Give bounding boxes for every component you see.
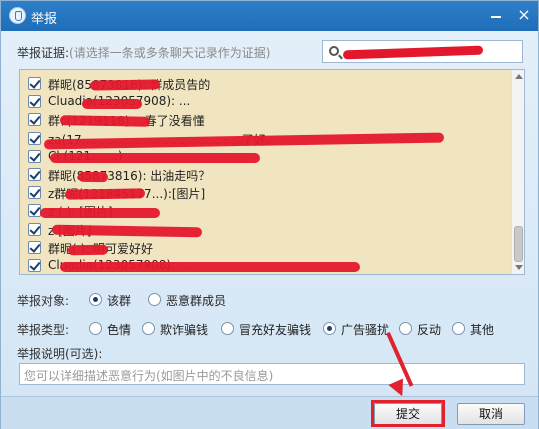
message-row[interactable]: 群昵(85873816): 群成员告的 [20, 75, 510, 93]
search-input[interactable] [322, 40, 523, 63]
radio-type-fraud[interactable] [142, 322, 155, 335]
report-type-label: 举报类型: [17, 323, 70, 337]
list-scrollbar[interactable] [511, 70, 524, 274]
message-row[interactable]: z群昵(121845177...):[图片] [20, 184, 510, 202]
message-checkbox[interactable] [28, 131, 41, 145]
radio-type-impersonation-label[interactable]: 冒充好友骗钱 [239, 321, 311, 338]
message-checkbox[interactable] [28, 186, 41, 200]
radio-type-ad[interactable] [323, 322, 336, 335]
redaction-scribble [342, 45, 484, 60]
message-row[interactable]: za(17...................................… [20, 130, 510, 150]
report-target-label: 举报对象: [17, 294, 70, 308]
evidence-hint: (请选择一条或多条聊天记录作为证据) [69, 46, 271, 60]
description-label: 举报说明(可选): [17, 347, 103, 361]
message-checkbox[interactable] [28, 222, 41, 236]
redaction-scribble [59, 115, 151, 128]
redaction-scribble [40, 208, 160, 219]
report-dialog: 举报 × 举报证据:(请选择一条或多条聊天记录作为证据) 群昵(85873816… [0, 0, 539, 429]
radio-target-member[interactable] [148, 293, 161, 306]
radio-target-group[interactable] [89, 293, 102, 306]
message-row[interactable]: 群ɕ(1219118) ...春了没看懂 [20, 111, 510, 129]
radio-type-porn[interactable] [89, 322, 102, 335]
redaction-scribble [51, 224, 203, 237]
radio-type-other-label[interactable]: 其他 [470, 321, 494, 338]
scroll-down-icon[interactable] [515, 265, 523, 270]
message-checkbox[interactable] [28, 149, 41, 163]
message-checkbox[interactable] [28, 259, 41, 272]
redaction-scribble [67, 244, 109, 256]
radio-type-ad-label[interactable]: 广告骚扰 [341, 321, 389, 338]
title-bar[interactable]: 举报 × [1, 1, 538, 31]
minimize-icon[interactable] [487, 6, 505, 24]
message-row[interactable]: 群昵(85873816): 出油走吗？ [20, 166, 510, 184]
message-row[interactable]: z ( ): [图片] [20, 202, 510, 220]
message-checkbox[interactable] [28, 240, 41, 254]
redaction-scribble [64, 188, 146, 200]
message-checkbox[interactable] [28, 77, 41, 90]
redaction-scribble [89, 79, 161, 91]
message-row[interactable]: Cluadia(123057908): ... [20, 93, 510, 111]
message-checkbox[interactable] [28, 168, 41, 181]
redaction-scribble [77, 171, 109, 183]
message-text: 群昵(85873816): 出油走吗？ [48, 169, 211, 183]
message-row[interactable]: 群昵( ): 明可爱好好 [20, 239, 510, 257]
cancel-button[interactable]: 取消 [457, 403, 525, 425]
message-checkbox[interactable] [28, 204, 41, 218]
message-checkbox[interactable] [28, 95, 41, 109]
radio-target-group-label[interactable]: 该群 [107, 292, 131, 309]
shield-icon [9, 7, 26, 24]
description-input[interactable]: 您可以详细描述恶意行为(如图片中的不良信息) [19, 363, 525, 385]
radio-target-member-label[interactable]: 恶意群成员 [166, 292, 226, 309]
close-icon[interactable]: × [515, 6, 533, 24]
radio-type-other[interactable] [452, 322, 465, 335]
message-row[interactable]: Cl (121.......) [20, 148, 510, 166]
evidence-label: 举报证据:(请选择一条或多条聊天记录作为证据) [17, 44, 270, 61]
redaction-scribble [60, 262, 360, 272]
redaction-scribble [82, 99, 142, 110]
radio-type-reactionary-label[interactable]: 反动 [417, 321, 441, 338]
scroll-up-icon[interactable] [515, 74, 523, 79]
message-row[interactable]: Cluadia(123057908): ... [20, 257, 510, 274]
window-title: 举报 [31, 12, 58, 27]
search-icon [329, 46, 339, 56]
radio-type-impersonation[interactable] [221, 322, 234, 335]
redaction-scribble [50, 152, 260, 163]
radio-type-porn-label[interactable]: 色情 [107, 321, 131, 338]
message-row[interactable]: z [图片] [20, 221, 510, 239]
annotation-highlight-box [371, 400, 445, 427]
message-list[interactable]: 群昵(85873816): 群成员告的Cluadia(123057908): .… [19, 69, 525, 275]
scroll-thumb[interactable] [514, 226, 523, 262]
radio-type-fraud-label[interactable]: 欺诈骗钱 [160, 321, 208, 338]
message-checkbox[interactable] [28, 113, 41, 127]
evidence-label-text: 举报证据: [17, 46, 70, 60]
radio-type-reactionary[interactable] [399, 322, 412, 335]
